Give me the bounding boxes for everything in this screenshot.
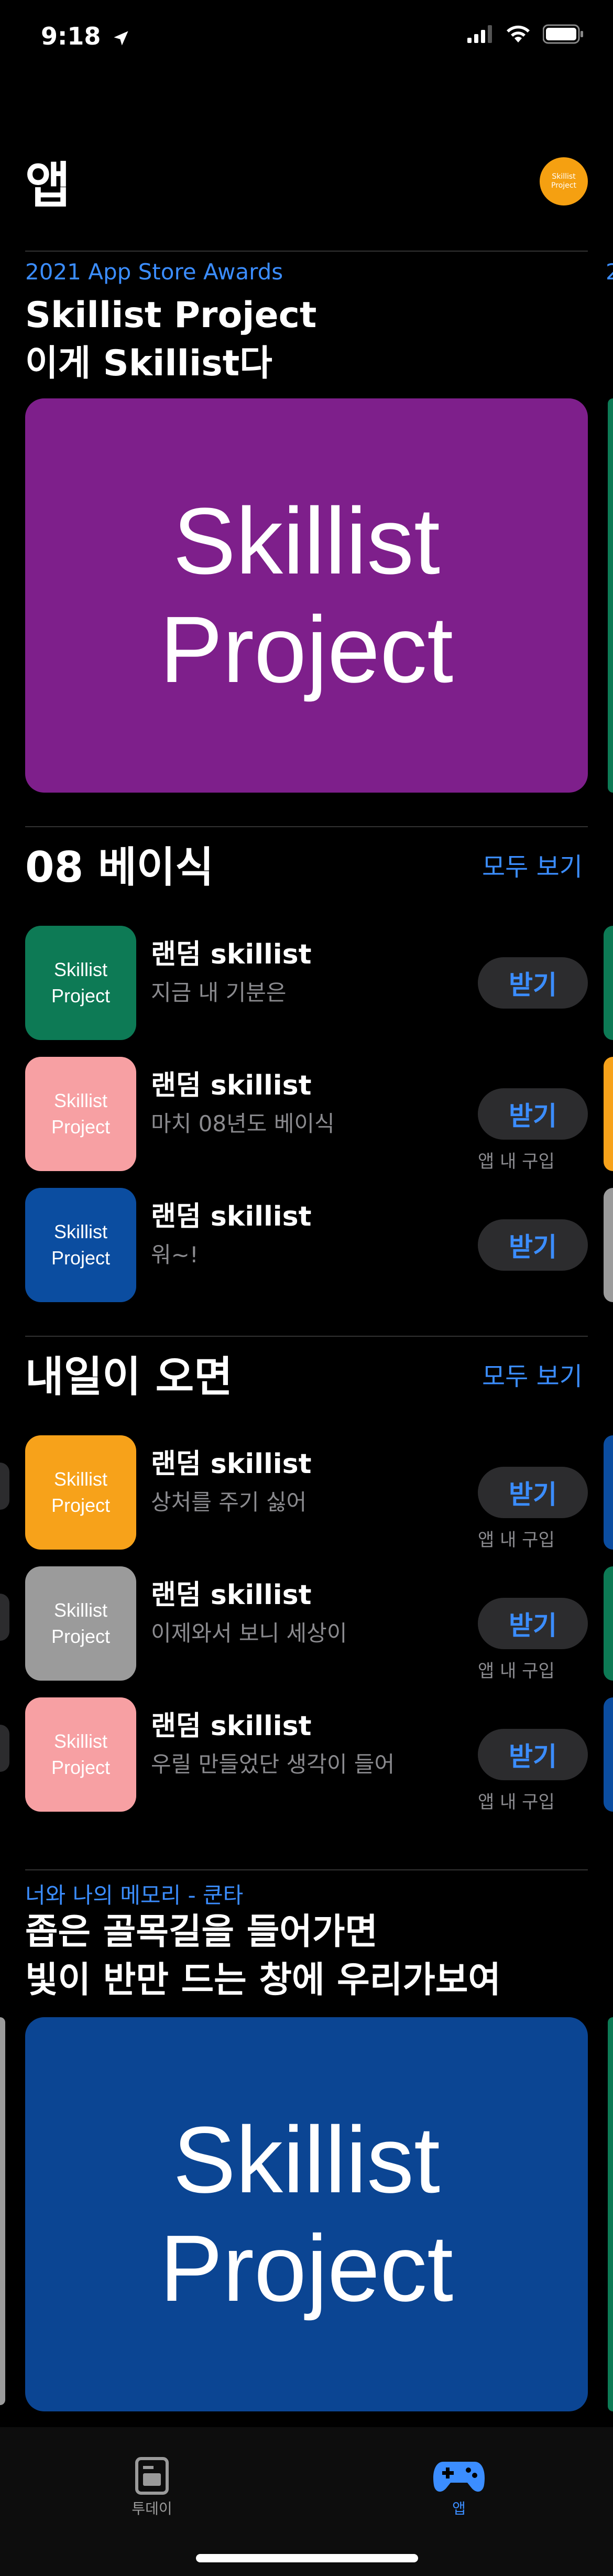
next-column-peek: [604, 1697, 613, 1812]
get-button[interactable]: 받기: [478, 1598, 588, 1649]
list-item[interactable]: Skillist Project 랜덤 skillist 마치 08년도 베이식 …: [25, 1057, 588, 1172]
app-icon: Skillist Project: [25, 1566, 136, 1681]
status-time: 9:18: [41, 22, 130, 50]
next-column-peek: [604, 1188, 613, 1302]
app-subtitle: 우릴 만들었단 생각이 들어: [151, 1751, 395, 1777]
app-name: 랜덤 skillist: [151, 1711, 312, 1742]
next-feature-card-peek[interactable]: [608, 2017, 613, 2411]
next-column-peek: [604, 1057, 613, 1171]
divider: [25, 251, 588, 252]
prev-column-peek: [0, 1725, 9, 1772]
next-feature-card-peek[interactable]: [608, 398, 613, 793]
feature-eyebrow: 너와 나의 메모리 - 쿤타: [25, 1882, 244, 1908]
status-icons: [467, 24, 584, 44]
app-subtitle: 이제와서 보니 세상이: [151, 1620, 347, 1646]
app-icon: Skillist Project: [25, 1435, 136, 1550]
tab-today[interactable]: 투데이: [105, 2456, 199, 2518]
today-icon: [135, 2457, 169, 2495]
feature-hero-card[interactable]: Skillist Project: [25, 2017, 588, 2411]
feature-hero-card[interactable]: Skillist Project: [25, 398, 588, 793]
app-name: 랜덤 skillist: [151, 939, 312, 970]
prev-column-peek: [0, 1594, 9, 1641]
section-title: 내일이 오면: [25, 1352, 233, 1401]
get-button[interactable]: 받기: [478, 1219, 588, 1271]
app-subtitle: 상처를 주기 싫어: [151, 1489, 307, 1515]
wifi-icon: [507, 25, 530, 42]
app-icon: Skillist Project: [25, 1188, 136, 1302]
in-app-purchase-label: 앱 내 구입: [478, 1661, 555, 1682]
get-button[interactable]: 받기: [478, 1088, 588, 1140]
gamepad-icon: [433, 2462, 485, 2492]
next-feature-eyebrow-peek: 2: [606, 259, 613, 285]
list-item[interactable]: Skillist Project 랜덤 skillist 이제와서 보니 세상이 …: [25, 1566, 588, 1682]
feature-eyebrow: 2021 App Store Awards: [25, 259, 283, 285]
next-column-peek: [604, 1435, 613, 1550]
tab-apps[interactable]: 앱: [412, 2456, 506, 2518]
see-all-link[interactable]: 모두 보기: [482, 1356, 583, 1392]
list-item[interactable]: Skillist Project 랜덤 skillist 상처를 주기 싫어 받기…: [25, 1435, 588, 1551]
see-all-link[interactable]: 모두 보기: [482, 846, 583, 883]
next-column-peek: [604, 1566, 613, 1681]
prev-column-peek: [0, 1463, 9, 1510]
app-icon: Skillist Project: [25, 926, 136, 1040]
page-title: 앱: [25, 157, 71, 214]
prev-feature-card-peek[interactable]: [0, 2017, 5, 2405]
in-app-purchase-label: 앱 내 구입: [478, 1530, 555, 1551]
cellular-signal-icon: [467, 25, 492, 43]
app-icon: Skillist Project: [25, 1697, 136, 1812]
tab-label: 앱: [452, 2500, 466, 2517]
app-name: 랜덤 skillist: [151, 1579, 312, 1611]
next-column-peek: [604, 926, 613, 1040]
get-button[interactable]: 받기: [478, 957, 588, 1009]
tab-label: 투데이: [132, 2500, 172, 2517]
app-subtitle: 마치 08년도 베이식: [151, 1111, 335, 1137]
app-subtitle: 워~!: [151, 1242, 199, 1268]
feature-title: 좁은 골목길을 들어가면 빛이 반만 드는 창에 우리가보여: [25, 1911, 501, 2001]
list-item[interactable]: Skillist Project 랜덤 skillist 지금 내 기분은 받기: [25, 926, 588, 1040]
get-button[interactable]: 받기: [478, 1729, 588, 1780]
app-icon: Skillist Project: [25, 1057, 136, 1171]
divider: [25, 1869, 588, 1870]
home-indicator[interactable]: [196, 2554, 418, 2562]
app-name: 랜덤 skillist: [151, 1448, 312, 1480]
battery-icon: [543, 24, 583, 44]
app-name: 랜덤 skillist: [151, 1201, 312, 1232]
app-name: 랜덤 skillist: [151, 1070, 312, 1101]
feature-title: Skillist Project 이게 Skillist다: [25, 295, 317, 384]
list-item[interactable]: Skillist Project 랜덤 skillist 우릴 만들었단 생각이 …: [25, 1697, 588, 1813]
in-app-purchase-label: 앱 내 구입: [478, 1792, 555, 1813]
avatar[interactable]: Skillist Project: [540, 157, 588, 205]
in-app-purchase-label: 앱 내 구입: [478, 1151, 555, 1172]
divider: [25, 826, 588, 827]
section-title: 08 베이식: [25, 843, 214, 892]
get-button[interactable]: 받기: [478, 1467, 588, 1518]
location-arrow-icon: [114, 30, 129, 46]
list-item[interactable]: Skillist Project 랜덤 skillist 워~! 받기: [25, 1188, 588, 1302]
app-subtitle: 지금 내 기분은: [151, 980, 287, 1005]
divider: [25, 1336, 588, 1337]
